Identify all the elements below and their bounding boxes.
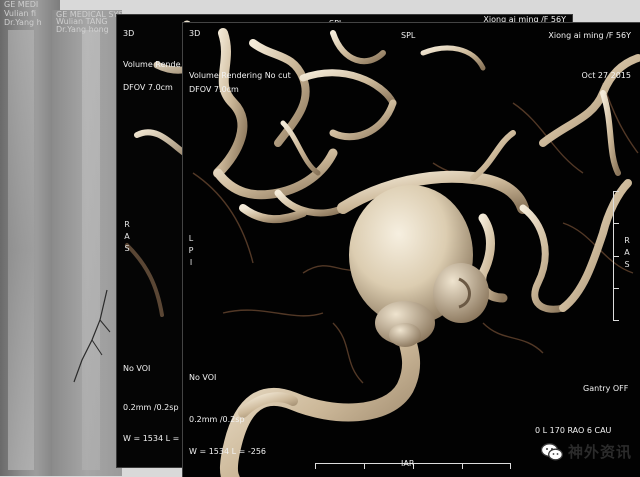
orientation-letter: I	[189, 258, 193, 267]
overlay-line: W = 1534 L = -256	[189, 447, 267, 456]
volume-render-3d	[192, 28, 640, 477]
overlay-line: DFOV 7.0cm	[189, 85, 239, 94]
orientation-letter: S	[124, 244, 130, 253]
overlay-line: Dr.Yang h	[4, 18, 42, 27]
orientation-letter: L	[188, 234, 194, 243]
overlay-line: 0.2mm /0.2sp	[123, 403, 179, 412]
overlay-line: No VOI	[123, 364, 151, 373]
viewer-window-3d-primary[interactable]: 3D Volume Rendering No cut DFOV 7.0cm SP…	[182, 22, 640, 477]
overlay-line: SPL	[401, 31, 416, 40]
overlay-line: Xiong ai ming /F 56Y	[548, 31, 631, 40]
orientation-letter: R	[124, 220, 130, 229]
overlay-line: IAR	[401, 459, 415, 468]
overlay-line: Oct 27 2015	[581, 71, 631, 80]
overlay-line: 3D	[189, 29, 201, 38]
viewer-window-angiogram[interactable]: GE MEDICAL SYSTEMS Wulian TANG Dr.Yang h…	[52, 10, 122, 476]
overlay-line: Volume Rendering No cut	[189, 71, 291, 80]
xray-structure	[8, 30, 34, 470]
overlay-line: Gantry OFF	[583, 384, 629, 393]
orientation-letter: P	[188, 246, 194, 255]
orientation-letter: S	[624, 260, 630, 269]
watermark: 神外资讯	[540, 441, 632, 462]
wechat-icon	[540, 442, 563, 460]
overlay-line: Dr.Yang hong	[56, 25, 109, 34]
overlay-line: 0.2mm /0.2sp	[189, 415, 245, 424]
overlay-line: No VOI	[189, 373, 217, 382]
watermark-text: 神外资讯	[567, 443, 632, 461]
overlay-line: W = 1534 L =	[123, 434, 180, 443]
viewer-window-back-xray[interactable]: GE MEDI Vulian fi Dr.Yang h	[0, 0, 60, 476]
overlay-line: 0 L 170 RAO 6 CAU	[535, 426, 612, 435]
overlay-line: 3D	[123, 29, 135, 38]
overlay-line: DFOV 7.0cm	[123, 83, 173, 92]
angio-vessel-tree	[73, 289, 111, 383]
orientation-letter: A	[624, 248, 630, 257]
orientation-letter: A	[124, 232, 130, 241]
overlay-line: Volume Rende	[123, 60, 181, 69]
orientation-letter: R	[624, 236, 630, 245]
vertical-scale-ruler	[613, 191, 620, 321]
